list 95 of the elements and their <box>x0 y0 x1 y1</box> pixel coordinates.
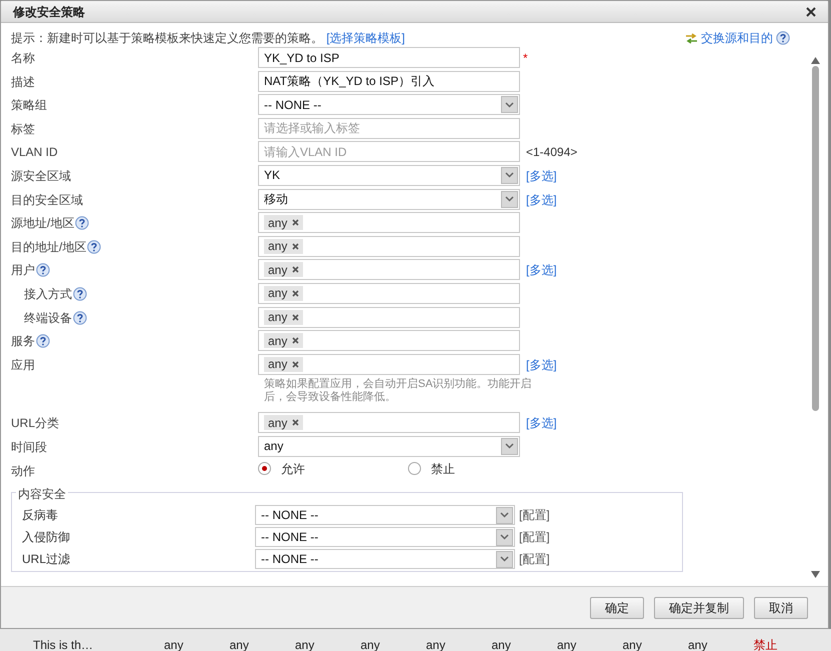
help-icon[interactable] <box>87 240 102 254</box>
swap-link[interactable]: 交换源和目的 <box>701 29 773 47</box>
field-label: 源地址/地区 <box>11 215 74 232</box>
select-field[interactable]: -- NONE -- <box>255 549 515 570</box>
remove-icon[interactable] <box>292 290 300 297</box>
tag-chip[interactable]: any <box>264 262 304 278</box>
field-label: URL过滤 <box>22 551 72 568</box>
remove-icon[interactable] <box>292 219 300 226</box>
tag-chip[interactable]: any <box>264 310 304 325</box>
tag-chip[interactable]: any <box>264 238 304 254</box>
scroll-up-icon[interactable] <box>810 57 820 64</box>
help-icon[interactable] <box>73 286 87 301</box>
close-icon[interactable] <box>806 6 816 16</box>
field-label: VLAN ID <box>11 144 58 162</box>
remove-icon[interactable] <box>292 337 300 344</box>
table-cell-text: This is th… <box>33 639 94 651</box>
select-field[interactable]: -- NONE -- <box>258 94 520 116</box>
dropdown-icon[interactable] <box>505 172 514 178</box>
field-label: 名称 <box>11 50 35 67</box>
help-icon[interactable] <box>75 216 90 230</box>
scroll-down-icon[interactable] <box>810 571 820 578</box>
select-field[interactable]: -- NONE -- <box>255 505 515 526</box>
swap-icon <box>685 32 698 44</box>
tag-field[interactable]: any <box>258 330 520 352</box>
tag-field[interactable]: any <box>258 412 520 434</box>
select-field[interactable]: YK <box>258 164 520 186</box>
field-label: 应用 <box>11 356 35 374</box>
field-label: 标签 <box>11 120 35 138</box>
remove-icon[interactable] <box>292 242 300 250</box>
remove-icon[interactable] <box>292 419 300 426</box>
hint-text: 提示：新建时可以基于策略模板来快速定义您需要的策略。 [选择策略模板] <box>11 30 406 47</box>
field-label: 用户 <box>11 262 35 280</box>
help-icon[interactable] <box>36 263 50 278</box>
help-icon[interactable] <box>36 334 50 348</box>
field-label: 反病毒 <box>22 507 59 524</box>
dropdown-icon[interactable] <box>505 102 514 108</box>
select-field[interactable]: any <box>258 436 520 457</box>
radio-button[interactable] <box>258 462 271 475</box>
radio-label: 允许 <box>281 460 305 478</box>
tag-chip[interactable]: any <box>264 286 304 301</box>
dropdown-icon[interactable] <box>505 443 514 450</box>
remove-icon[interactable] <box>292 314 300 321</box>
config-link[interactable]: [配置] <box>519 527 550 546</box>
config-link[interactable]: [配置] <box>519 505 550 524</box>
config-link[interactable]: [配置] <box>519 549 550 568</box>
multi-select-link[interactable]: [多选] <box>526 412 557 432</box>
help-icon[interactable] <box>776 31 790 45</box>
field-label: 入侵防御 <box>22 529 71 546</box>
hint-note: 策略如果配置应用，会自动开启SA识别功能。功能开启后，会导致设备性能降低。 <box>263 377 533 406</box>
required-mark: * <box>523 50 528 67</box>
tag-field[interactable]: any <box>258 236 520 257</box>
multi-select-link[interactable]: [多选] <box>526 188 557 209</box>
template-link[interactable]: [选择策略模板] <box>326 31 406 45</box>
field-label: 目的安全区域 <box>11 192 83 209</box>
field-label: URL分类 <box>11 415 60 432</box>
tag-field[interactable]: any <box>258 212 520 234</box>
select-field[interactable]: 移动 <box>258 188 520 210</box>
field-label: 策略组 <box>11 97 47 114</box>
dropdown-icon[interactable] <box>505 196 514 202</box>
dialog-button[interactable]: 确定 <box>590 596 644 618</box>
multi-select-link[interactable]: [多选] <box>526 259 557 280</box>
field-label: 动作 <box>11 462 35 480</box>
tag-field[interactable]: any <box>258 259 520 280</box>
field-label: 描述 <box>11 74 35 91</box>
field-label: 目的地址/地区 <box>11 238 86 256</box>
tag-chip[interactable]: any <box>264 215 304 230</box>
field-label: 时间段 <box>11 438 47 456</box>
select-field[interactable]: -- NONE -- <box>255 527 515 548</box>
remove-icon[interactable] <box>292 266 300 274</box>
tag-chip[interactable]: any <box>264 356 304 372</box>
multi-select-link[interactable]: [多选] <box>526 164 557 185</box>
dropdown-icon[interactable] <box>500 534 509 540</box>
field-label: 服务 <box>11 333 35 350</box>
help-icon[interactable] <box>73 310 87 325</box>
input-field[interactable]: YK_YD to ISP <box>258 47 520 68</box>
dialog-button[interactable]: 确定并复制 <box>654 596 744 618</box>
table-cell-text: 禁止 <box>754 639 778 651</box>
tag-field[interactable]: any <box>258 306 520 328</box>
dialog-button[interactable]: 取消 <box>754 596 808 618</box>
tag-field[interactable]: any <box>258 354 520 375</box>
radio-label: 禁止 <box>431 460 455 478</box>
field-label: 接入方式 <box>24 286 72 303</box>
field-label: 终端设备 <box>24 310 72 327</box>
tag-chip[interactable]: any <box>264 333 304 348</box>
remove-icon[interactable] <box>292 360 300 368</box>
dropdown-icon[interactable] <box>500 512 509 518</box>
dropdown-icon[interactable] <box>500 556 509 562</box>
multi-select-link[interactable]: [多选] <box>526 354 557 374</box>
window-title: 修改安全策略 <box>13 4 85 20</box>
tag-chip[interactable]: any <box>264 415 304 430</box>
input-field[interactable]: NAT策略（YK_YD to ISP）引入 <box>258 70 520 92</box>
radio-button[interactable] <box>408 462 421 475</box>
tag-field[interactable]: any <box>258 282 520 304</box>
field-label: 源安全区域 <box>11 168 71 185</box>
range-hint: <1-4094> <box>526 144 578 162</box>
